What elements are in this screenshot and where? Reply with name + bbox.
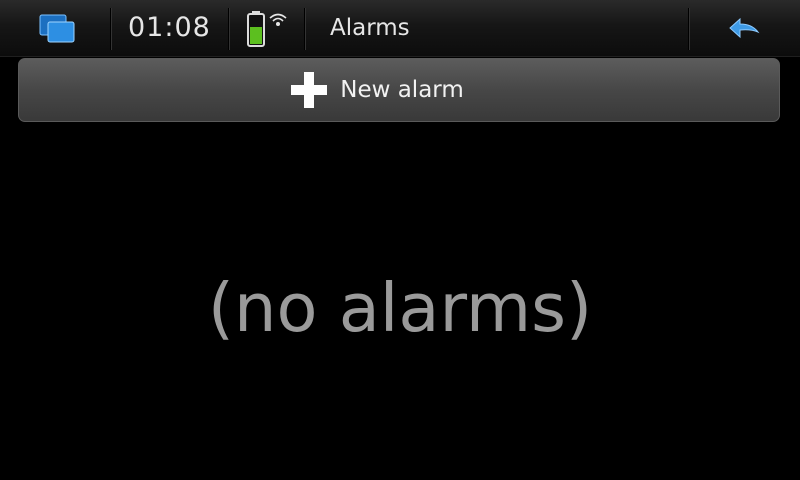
alarms-screen: 01:08 Alarms New alarm (no alarms) bbox=[0, 0, 800, 480]
status-separator bbox=[688, 8, 690, 50]
status-separator bbox=[228, 8, 230, 50]
back-button[interactable] bbox=[708, 8, 780, 48]
clock-time: 01:08 bbox=[128, 12, 211, 43]
page-title: Alarms bbox=[330, 15, 410, 41]
task-switcher-button[interactable] bbox=[34, 10, 78, 46]
new-alarm-label: New alarm bbox=[340, 77, 464, 103]
back-arrow-icon bbox=[729, 18, 760, 39]
wifi-icon bbox=[269, 13, 287, 26]
new-alarm-button[interactable]: New alarm bbox=[18, 58, 780, 122]
status-separator bbox=[304, 8, 306, 50]
status-bar: 01:08 Alarms bbox=[0, 0, 800, 57]
new-alarm-content: New alarm bbox=[19, 59, 779, 121]
plus-icon bbox=[291, 72, 328, 108]
battery-icon bbox=[247, 11, 265, 47]
task-switcher-icon bbox=[39, 14, 75, 43]
empty-state-text: (no alarms) bbox=[207, 269, 593, 347]
status-separator bbox=[110, 8, 112, 50]
